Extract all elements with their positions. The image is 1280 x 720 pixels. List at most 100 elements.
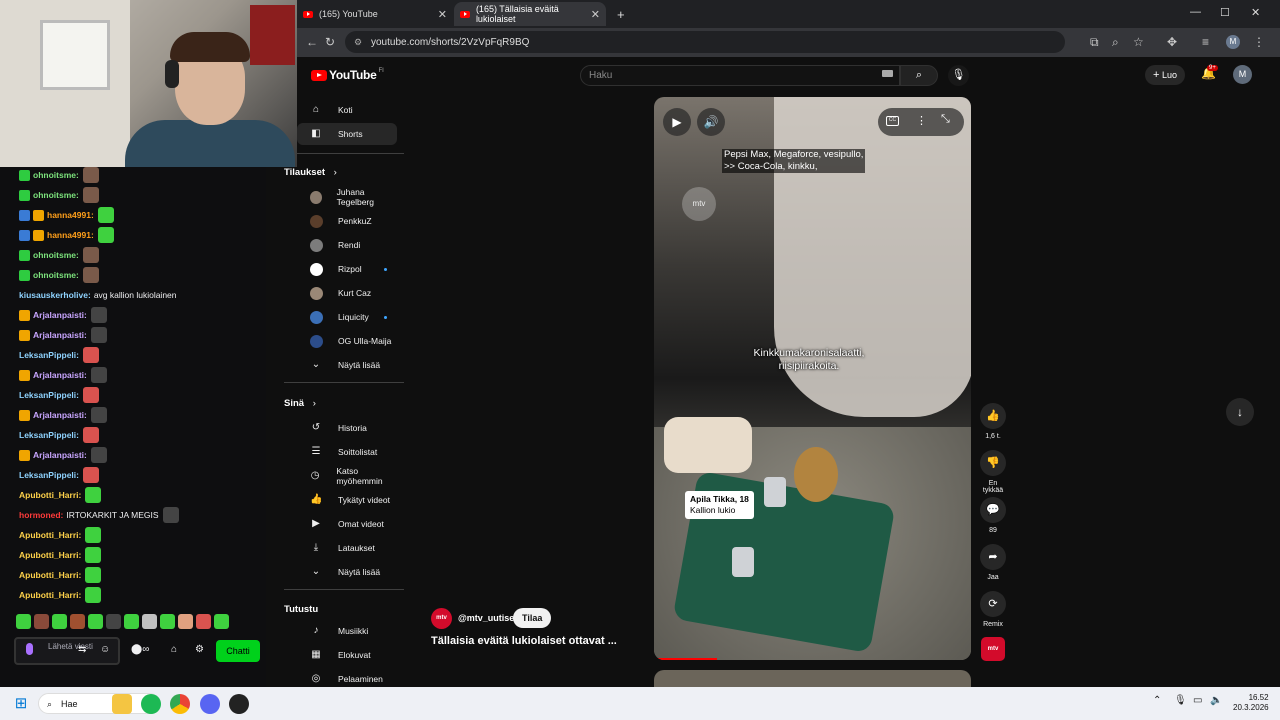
chat-username[interactable]: ohnoitsme: <box>33 190 79 200</box>
play-button[interactable]: ▶ <box>663 108 691 136</box>
sidebar-subscription-item[interactable]: Kurt Caz <box>297 282 397 304</box>
youtube-logo[interactable]: YouTube FI <box>311 68 384 82</box>
sidebar-subscription-item[interactable]: PenkkuZ <box>297 210 397 232</box>
media-control-icon[interactable]: ≡ <box>1202 34 1209 50</box>
emote[interactable] <box>214 614 229 629</box>
chat-emote-icon[interactable] <box>85 587 102 603</box>
tab-close-icon[interactable]: ✕ <box>438 8 447 21</box>
sidebar-subscription-item[interactable]: OG Ulla-Maija <box>297 330 397 352</box>
more-options-icon[interactable]: ⋮ <box>916 114 927 127</box>
search-button[interactable]: ⌕ <box>900 65 938 86</box>
microphone-icon[interactable]: 🎙 <box>1174 695 1187 706</box>
next-short-button[interactable]: ↓ <box>1226 398 1254 426</box>
chat-badge-icon[interactable] <box>19 229 30 241</box>
sidebar-subscription-item[interactable]: Juhana Tegelberg <box>297 186 397 208</box>
voice-search-button[interactable]: 🎙 <box>948 65 969 86</box>
emote[interactable] <box>196 614 211 629</box>
chat-username[interactable]: LeksanPippeli: <box>19 430 79 440</box>
sidebar-subscription-item[interactable]: Rendi <box>297 234 397 256</box>
chat-emote-icon[interactable] <box>90 367 107 383</box>
chat-username[interactable]: Arjalanpaisti: <box>33 450 87 460</box>
chat-badge-icon[interactable] <box>19 209 30 221</box>
chrome-icon[interactable] <box>170 694 190 714</box>
emote[interactable] <box>16 614 31 629</box>
site-info-icon[interactable]: ⚙ <box>354 37 362 48</box>
bookmark-star-icon[interactable]: ☆ <box>1133 34 1144 50</box>
chat-username[interactable]: Apubotti_Harri: <box>19 530 81 540</box>
browser-tab-short[interactable]: (165) Tällaisia eväitä lukiolaiset ✕ <box>454 2 606 26</box>
emote[interactable] <box>88 614 103 629</box>
channel-remix-avatar[interactable]: mtv <box>980 637 1006 661</box>
short-video-player[interactable]: ▶ 🔊 CC ⋮ ⤡ Pepsi Max, Megaforce, vesipul… <box>654 97 971 660</box>
speaker-icon[interactable]: 🔈 <box>1210 695 1222 706</box>
emote[interactable] <box>124 614 139 629</box>
tray-chevron-up-icon[interactable]: ⌃ <box>1153 695 1161 706</box>
fullscreen-icon[interactable]: ⤡ <box>941 113 950 126</box>
browser-profile-avatar[interactable]: M <box>1226 35 1240 49</box>
chat-emote-icon[interactable] <box>162 507 179 523</box>
short-title[interactable]: Tällaisia eväitä lukiolaiset ottavat ... <box>431 635 617 647</box>
chat-emote-icon[interactable] <box>83 467 99 483</box>
chat-emote-icon[interactable] <box>90 327 107 343</box>
emote[interactable] <box>106 614 121 629</box>
emote[interactable] <box>52 614 67 629</box>
chat-username[interactable]: Arjalanpaisti: <box>33 310 87 320</box>
browser-menu-icon[interactable]: ⋮ <box>1253 34 1265 50</box>
emote[interactable] <box>160 614 175 629</box>
chat-badge-icon[interactable] <box>19 309 30 321</box>
window-close-icon[interactable]: ✕ <box>1251 6 1260 19</box>
sidebar-item-home[interactable]: ⌂ Koti <box>297 99 397 121</box>
chat-emote-icon[interactable] <box>82 167 99 183</box>
chat-username[interactable]: ohnoitsme: <box>33 170 79 180</box>
search-input[interactable]: Haku <box>580 65 900 86</box>
subscriptions-header[interactable]: Tilaukset › <box>284 167 337 178</box>
chat-emote-icon[interactable] <box>97 227 114 243</box>
chat-username[interactable]: Apubotti_Harri: <box>19 570 81 580</box>
settings-gear-icon[interactable]: ⚙ <box>195 644 204 655</box>
chat-badge-icon[interactable] <box>19 189 30 201</box>
chat-username[interactable]: hanna4991: <box>47 210 94 220</box>
maximize-icon[interactable]: ☐ <box>1220 6 1230 19</box>
chat-username[interactable]: Apubotti_Harri: <box>19 550 81 560</box>
account-avatar[interactable]: M <box>1233 65 1252 84</box>
chat-username[interactable]: Apubotti_Harri: <box>19 490 81 500</box>
translate-icon[interactable]: ⇆ <box>78 644 86 655</box>
share-button[interactable]: ➦ Jaa <box>980 544 1006 581</box>
extensions-icon[interactable]: ✥ <box>1167 34 1177 50</box>
chat-username[interactable]: Arjalanpaisti: <box>33 370 87 380</box>
emote[interactable] <box>34 614 49 629</box>
points-icon[interactable]: ⬤∞ <box>131 644 149 655</box>
tab-close-icon[interactable]: ✕ <box>591 8 600 21</box>
network-icon[interactable]: ▭ <box>1193 695 1202 706</box>
reload-icon[interactable]: ↻ <box>325 34 335 50</box>
install-app-icon[interactable]: ⧉ <box>1090 34 1099 50</box>
comment-button[interactable]: 💬 89 <box>980 497 1006 534</box>
chat-emote-icon[interactable] <box>83 387 99 403</box>
chat-badge-icon[interactable] <box>33 229 44 241</box>
emote[interactable] <box>142 614 157 629</box>
sidebar-show-more-2[interactable]: ⌄ Näytä lisää <box>297 561 397 583</box>
emote[interactable] <box>178 614 193 629</box>
sidebar-subscription-item[interactable]: Rizpol <box>297 258 397 280</box>
sidebar-show-more[interactable]: ⌄ Näytä lisää <box>297 354 397 376</box>
sidebar-item-history[interactable]: ↺ Historia <box>297 417 397 439</box>
chat-username[interactable]: LeksanPippeli: <box>19 350 79 360</box>
chat-badge-icon[interactable] <box>19 249 30 261</box>
chat-emote-icon[interactable] <box>82 187 99 203</box>
sidebar-subscription-item[interactable]: Liquicity <box>297 306 397 328</box>
chat-emote-icon[interactable] <box>83 347 99 363</box>
chat-username[interactable]: ohnoitsme: <box>33 270 79 280</box>
minimize-icon[interactable]: — <box>1190 6 1201 18</box>
chat-username[interactable]: ohnoitsme: <box>33 250 79 260</box>
chat-username[interactable]: hanna4991: <box>47 230 94 240</box>
subscribe-button[interactable]: Tilaa <box>513 608 552 628</box>
sidebar-item-music[interactable]: ♪ Musiikki <box>297 620 397 642</box>
sidebar-item-film[interactable]: ▦ Elokuvat <box>297 644 397 666</box>
video-progress-bar[interactable] <box>654 658 718 660</box>
back-icon[interactable]: ← <box>306 34 318 50</box>
spotify-icon[interactable] <box>141 694 161 714</box>
emote[interactable] <box>70 614 85 629</box>
file-explorer-icon[interactable] <box>112 694 132 714</box>
channel-avatar[interactable]: mtv <box>431 608 452 629</box>
chat-badge-icon[interactable] <box>19 409 30 421</box>
